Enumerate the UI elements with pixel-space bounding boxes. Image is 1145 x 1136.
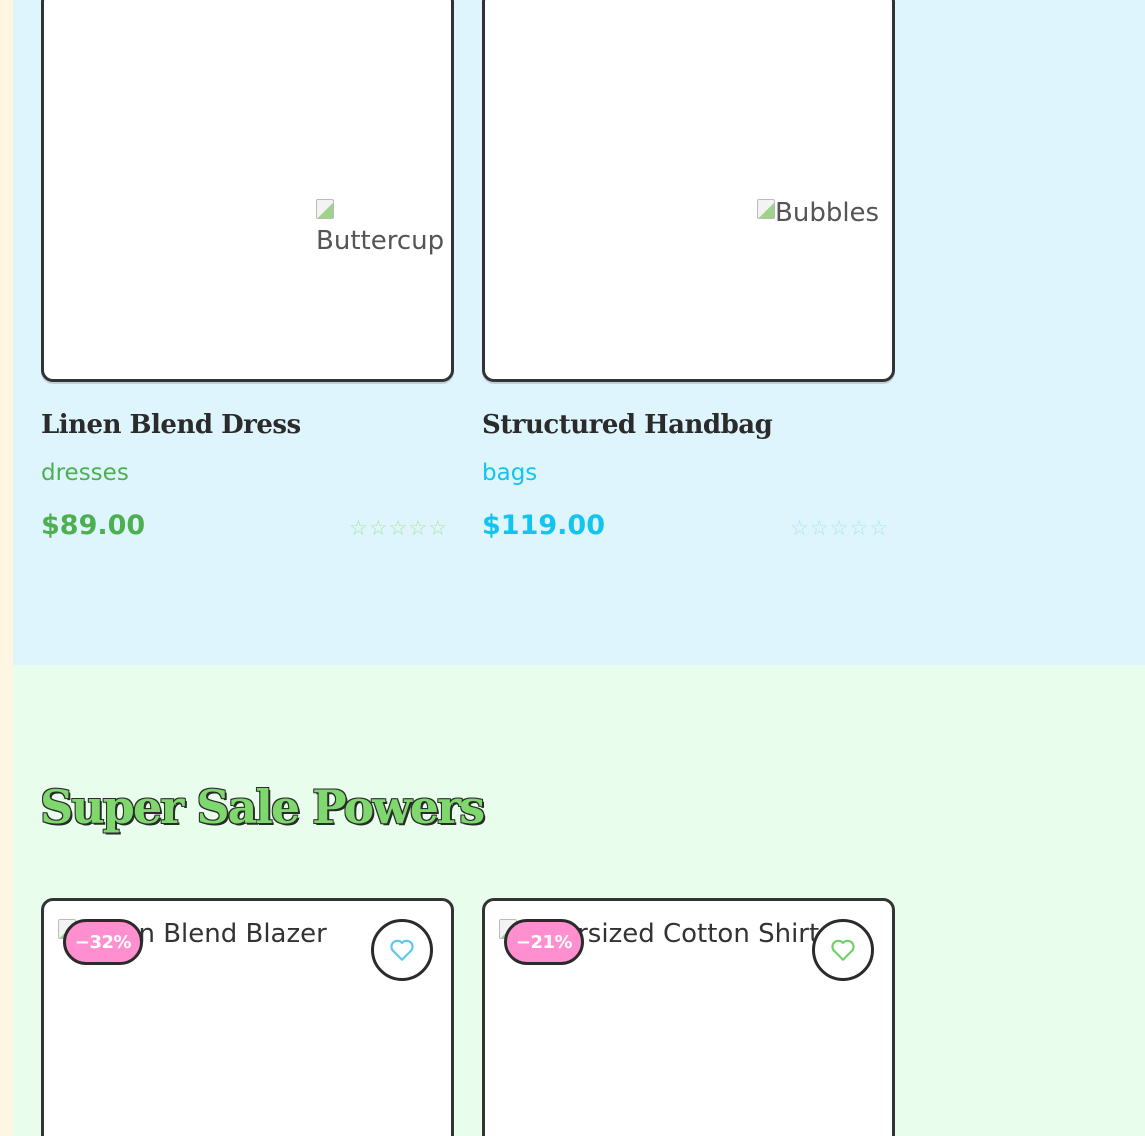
sale-product-card-1[interactable]: Linen Blend Blazer −32% [41, 898, 454, 1136]
star-icon: ☆ [368, 516, 389, 540]
product-rating-1: ☆☆☆☆☆ [349, 516, 448, 540]
product-category-2[interactable]: bags [482, 460, 537, 486]
product-name-2[interactable]: Structured Handbag [482, 410, 773, 440]
wishlist-button-1[interactable] [371, 919, 433, 981]
sale-product-card-2[interactable]: Oversized Cotton Shirt −21% [482, 898, 895, 1136]
star-icon: ☆ [809, 516, 830, 540]
product-image-1[interactable]: Buttercup [316, 199, 451, 255]
page-left-edge [0, 0, 13, 1136]
star-icon: ☆ [388, 516, 409, 540]
product-image-alt-2: Bubbles [775, 198, 880, 228]
product-price-2: $119.00 [482, 510, 605, 541]
broken-image-icon [316, 199, 334, 219]
star-icon: ☆ [790, 516, 810, 540]
product-image-2[interactable]: Bubbles [757, 199, 897, 227]
product-image-frame-2[interactable]: Bubbles [482, 0, 895, 382]
discount-badge-1: −32% [63, 919, 143, 965]
heart-icon [390, 939, 414, 961]
star-icon: ☆ [349, 516, 369, 540]
product-category-1[interactable]: dresses [41, 460, 129, 486]
star-icon: ☆ [849, 516, 870, 540]
broken-image-icon [757, 199, 775, 219]
product-name-1[interactable]: Linen Blend Dress [41, 410, 301, 440]
star-icon: ☆ [829, 516, 850, 540]
heart-icon [831, 939, 855, 961]
product-image-alt-1: Buttercup [316, 226, 445, 256]
star-icon: ☆ [428, 516, 449, 540]
star-icon: ☆ [408, 516, 429, 540]
discount-badge-2: −21% [504, 919, 584, 965]
wishlist-button-2[interactable] [812, 919, 874, 981]
product-price-1: $89.00 [41, 510, 146, 541]
star-icon: ☆ [869, 516, 890, 540]
product-image-frame-1[interactable]: Buttercup [41, 0, 454, 382]
sale-section-title: Super Sale Powers [40, 780, 485, 834]
product-rating-2: ☆☆☆☆☆ [790, 516, 889, 540]
